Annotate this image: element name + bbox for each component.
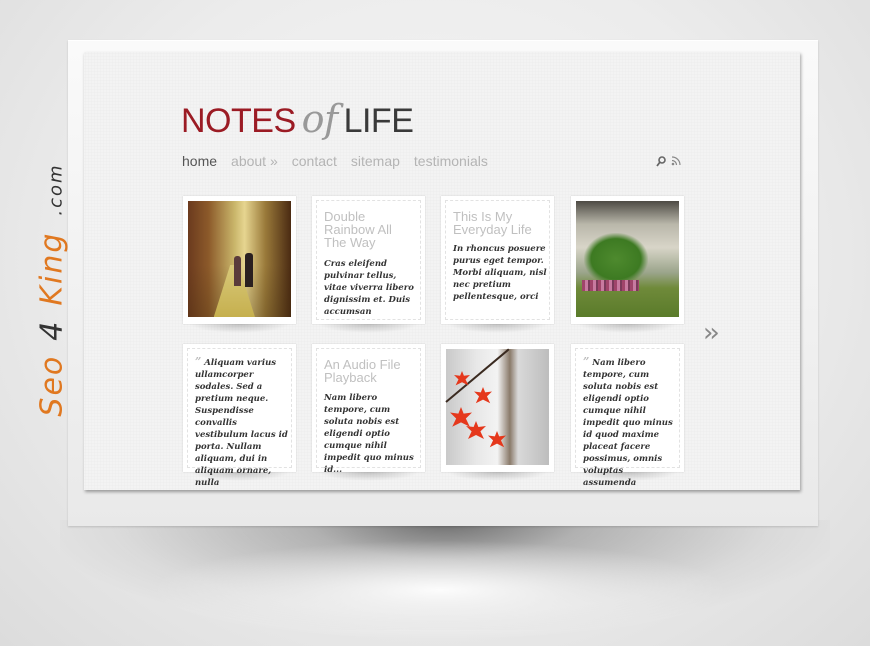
search-icon[interactable] <box>656 156 666 170</box>
nav-home[interactable]: home <box>182 153 217 169</box>
header-tools <box>656 156 681 170</box>
post-excerpt: In rhoncus posuere purus eget tempor. Mo… <box>453 244 547 302</box>
quote-text: ” Aliquam varius ullamcorper sodales. Se… <box>195 356 290 489</box>
watermark: Seo 4 King .com <box>35 163 70 416</box>
nav-contact[interactable]: contact <box>292 153 337 169</box>
watermark-suffix: .com <box>45 163 67 216</box>
nav-testimonials[interactable]: testimonials <box>414 153 488 169</box>
next-arrow-button[interactable]: ›› <box>703 318 720 348</box>
main-nav: home about » contact sitemap testimonial… <box>182 153 488 169</box>
logo-word-of: of <box>301 97 338 141</box>
post-title[interactable]: An Audio File Playback <box>324 358 417 384</box>
watermark-brand-a: Seo <box>34 354 70 417</box>
watermark-brand-b: King <box>34 231 70 306</box>
card-photo-street[interactable] <box>183 196 296 333</box>
leaves-photo <box>445 348 549 465</box>
card-post-audio-file[interactable]: An Audio File Playback Nam libero tempor… <box>312 344 425 481</box>
post-excerpt: Nam libero tempore, cum soluta nobis est… <box>324 393 414 475</box>
logo-word-notes: NOTES <box>181 102 296 140</box>
quote-mark-icon: ” <box>583 355 590 368</box>
card-photo-tree[interactable] <box>571 196 684 333</box>
card-quote-aliquam[interactable]: ” Aliquam varius ullamcorper sodales. Se… <box>183 344 296 488</box>
rss-icon[interactable] <box>671 156 681 170</box>
nav-about[interactable]: about » <box>231 153 278 169</box>
watermark-brand-num: 4 <box>34 319 70 341</box>
card-quote-nam-libero[interactable]: ” Nam libero tempore, cum soluta nobis e… <box>571 344 684 488</box>
quote-excerpt: Nam libero tempore, cum soluta nobis est… <box>583 358 673 488</box>
floor-highlight <box>150 540 730 640</box>
quote-mark-icon: ” <box>195 355 202 368</box>
card-post-everyday-life[interactable]: This Is My Everyday Life In rhoncus posu… <box>441 196 554 333</box>
post-title[interactable]: Double Rainbow All The Way <box>324 210 417 249</box>
tree-photo <box>576 201 679 317</box>
post-excerpt: Cras eleifend pulvinar tellus, vitae viv… <box>324 259 414 317</box>
quote-text: ” Nam libero tempore, cum soluta nobis e… <box>583 356 678 489</box>
site-logo[interactable]: NOTES of LIFE <box>181 97 414 141</box>
logo-word-life: LIFE <box>343 102 414 140</box>
card-post-double-rainbow[interactable]: Double Rainbow All The Way Cras eleifend… <box>312 196 425 333</box>
quote-excerpt: Aliquam varius ullamcorper sodales. Sed … <box>195 358 288 488</box>
card-photo-leaves[interactable] <box>441 344 554 481</box>
nav-sitemap[interactable]: sitemap <box>351 153 400 169</box>
street-photo <box>188 201 291 317</box>
post-title[interactable]: This Is My Everyday Life <box>453 210 546 236</box>
